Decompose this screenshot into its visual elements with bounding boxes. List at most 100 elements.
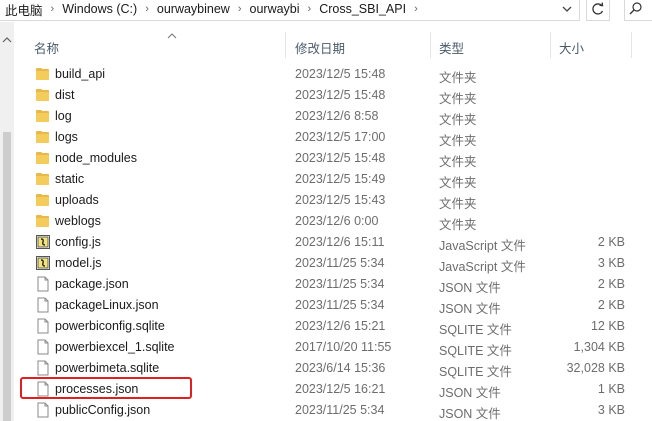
breadcrumb-separator-icon[interactable]: ›	[414, 3, 418, 15]
file-row[interactable]: dist 2023/12/5 15:48 文件夹	[14, 85, 652, 106]
file-row[interactable]: publicConfig.json 2023/11/25 5:34 JSON 文件 3…	[14, 400, 652, 421]
file-type: JSON 文件	[439, 281, 501, 295]
file-modified-date: 2023/11/25 5:34	[295, 403, 385, 417]
column-divider[interactable]	[550, 32, 551, 58]
folder-icon	[36, 131, 49, 143]
file-type: JSON 文件	[439, 302, 501, 316]
file-modified-date: 2017/10/20 11:55	[295, 340, 392, 354]
breadcrumb-separator-icon[interactable]: ›	[51, 3, 55, 15]
file-size: 3 KB	[597, 403, 625, 417]
file-row[interactable]: logs 2023/12/5 17:00 文件夹	[14, 127, 652, 148]
file-modified-date: 2023/6/14 15:36	[295, 361, 386, 375]
file-name: static	[55, 172, 85, 186]
breadcrumb-separator-icon[interactable]: ›	[238, 3, 242, 15]
file-type: SQLITE 文件	[439, 323, 512, 337]
file-name: build_api	[55, 67, 106, 81]
column-divider[interactable]	[631, 32, 632, 58]
folder-icon	[36, 68, 49, 80]
file-icon	[37, 297, 49, 313]
breadcrumb-cross-sbi-api[interactable]: Cross_SBI_API	[319, 2, 406, 16]
file-row[interactable]: log 2023/12/6 8:58 文件夹	[14, 106, 652, 127]
breadcrumb-separator-icon[interactable]: ›	[145, 3, 149, 15]
file-modified-date: 2023/12/5 15:49	[295, 172, 386, 186]
file-row[interactable]: uploads 2023/12/5 15:43 文件夹	[14, 190, 652, 211]
file-list: build_api 2023/12/5 15:48 文件夹 dist 2023/12/5…	[14, 64, 652, 421]
file-type: 文件夹	[439, 197, 477, 211]
navigation-bar: 此电脑 › Windows (C:) › ourwaybinew › ourwa…	[0, 0, 652, 22]
column-header: 名称 修改日期 类型 大小	[14, 30, 652, 60]
column-header-name[interactable]: 名称	[34, 38, 59, 57]
file-row[interactable]: powerbimeta.sqlite 2023/6/14 15:36 SQLITE …	[14, 358, 652, 379]
file-size: 2 KB	[597, 277, 625, 291]
javascript-file-icon	[36, 235, 50, 249]
file-row[interactable]: powerbiexcel_1.sqlite 2017/10/20 11:55 SQL…	[14, 337, 652, 358]
highlight-box	[20, 377, 192, 399]
column-header-type[interactable]: 类型	[439, 38, 464, 57]
file-name: uploads	[55, 193, 99, 207]
javascript-file-icon	[36, 256, 50, 270]
address-bar[interactable]: 此电脑 › Windows (C:) › ourwaybinew › ourwa…	[0, 0, 580, 21]
file-name: model.js	[55, 256, 102, 270]
column-divider[interactable]	[430, 32, 431, 58]
file-row[interactable]: packageLinux.json 2023/11/25 5:34 JSON 文件 2…	[14, 295, 652, 316]
file-modified-date: 2023/12/6 15:11	[295, 235, 385, 249]
breadcrumb-ourwaybi[interactable]: ourwaybi	[250, 2, 300, 16]
file-modified-date: 2023/12/5 15:48	[295, 67, 386, 81]
file-name: weblogs	[55, 214, 101, 228]
file-size: 32,028 KB	[566, 361, 625, 375]
refresh-icon	[592, 2, 604, 15]
search-box[interactable]	[624, 0, 652, 21]
file-type: 文件夹	[439, 134, 477, 148]
file-type: JavaScript 文件	[439, 239, 526, 253]
file-type: 文件夹	[439, 113, 477, 127]
file-name: package.json	[55, 277, 129, 291]
file-type: 文件夹	[439, 155, 477, 169]
file-row[interactable]: weblogs 2023/12/6 0:00 文件夹	[14, 211, 652, 232]
file-size: 2 KB	[597, 298, 625, 312]
scroll-up-arrow-icon[interactable]	[2, 36, 12, 44]
file-type: 文件夹	[439, 92, 477, 106]
file-icon	[37, 402, 49, 418]
file-row[interactable]: package.json 2023/11/25 5:34 JSON 文件 2 KB	[14, 274, 652, 295]
breadcrumb-this-pc[interactable]: 此电脑	[5, 0, 43, 19]
file-name: node_modules	[55, 151, 138, 165]
file-modified-date: 2023/11/25 5:34	[295, 298, 385, 312]
file-modified-date: 2023/11/25 5:34	[295, 277, 385, 291]
file-name: powerbiexcel_1.sqlite	[55, 340, 175, 354]
column-header-date[interactable]: 修改日期	[295, 38, 345, 57]
file-type: SQLITE 文件	[439, 365, 512, 379]
file-modified-date: 2023/11/25 5:34	[295, 256, 385, 270]
file-size: 3 KB	[597, 256, 625, 270]
file-explorer-window: 此电脑 › Windows (C:) › ourwaybinew › ourwa…	[0, 0, 652, 421]
file-type: JavaScript 文件	[439, 260, 526, 274]
folder-icon	[36, 194, 49, 206]
file-row[interactable]: static 2023/12/5 15:49 文件夹	[14, 169, 652, 190]
file-name: dist	[55, 88, 75, 102]
search-icon	[629, 2, 642, 15]
address-dropdown-icon[interactable]	[559, 2, 575, 16]
file-row[interactable]: powerbiconfig.sqlite 2023/12/6 15:21 SQLIT…	[14, 316, 652, 337]
file-name: powerbiconfig.sqlite	[55, 319, 165, 333]
file-type: SQLITE 文件	[439, 344, 512, 358]
file-type: 文件夹	[439, 71, 477, 85]
file-type: 文件夹	[439, 218, 477, 232]
scrollbar-thumb[interactable]	[3, 132, 11, 421]
file-row[interactable]: config.js 2023/12/6 15:11 JavaScript 文件 2 K…	[14, 232, 652, 253]
file-row[interactable]: model.js 2023/11/25 5:34 JavaScript 文件 3 KB	[14, 253, 652, 274]
file-size: 2 KB	[597, 235, 625, 249]
breadcrumb-ourwaybinew[interactable]: ourwaybinew	[157, 2, 230, 16]
file-name: publicConfig.json	[55, 403, 151, 417]
file-name: powerbimeta.sqlite	[55, 361, 160, 375]
sort-ascending-icon	[167, 33, 177, 39]
file-row[interactable]: node_modules 2023/12/5 15:48 文件夹	[14, 148, 652, 169]
column-header-size[interactable]: 大小	[559, 38, 584, 57]
file-size: 1 KB	[597, 382, 625, 396]
refresh-button[interactable]	[586, 0, 610, 21]
column-divider[interactable]	[285, 32, 286, 58]
file-row[interactable]: build_api 2023/12/5 15:48 文件夹	[14, 64, 652, 85]
breadcrumb-drive[interactable]: Windows (C:)	[62, 2, 137, 16]
file-name: config.js	[55, 235, 101, 249]
file-size: 1,304 KB	[573, 340, 625, 354]
breadcrumb-separator-icon[interactable]: ›	[308, 3, 312, 15]
navigation-pane-scrollbar[interactable]	[0, 22, 14, 421]
